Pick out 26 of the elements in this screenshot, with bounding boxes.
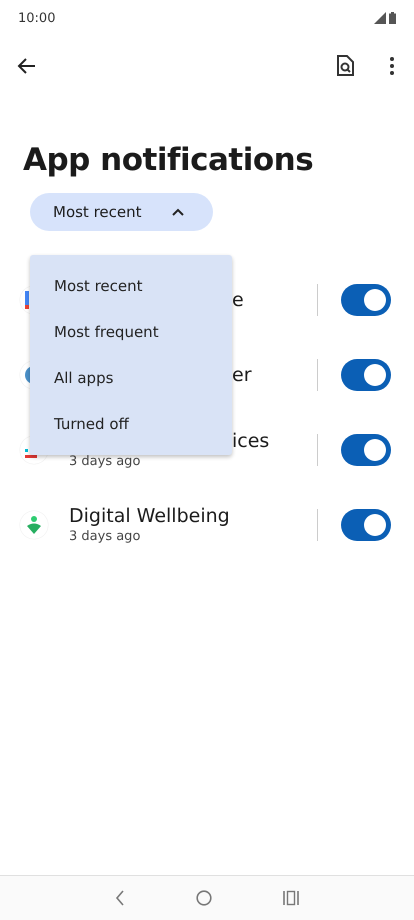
menu-item[interactable]: Most frequent xyxy=(30,309,232,355)
last-notification-time: 3 days ago xyxy=(69,452,142,470)
toggle-switch[interactable] xyxy=(341,508,391,540)
menu-item[interactable]: All apps xyxy=(30,355,232,401)
last-notification-time: 3 days ago xyxy=(69,528,142,546)
more-icon[interactable] xyxy=(389,56,395,76)
menu-item[interactable]: Turned off xyxy=(30,401,232,447)
document-search-icon[interactable] xyxy=(336,55,354,77)
app-name: Digital Wellbeing xyxy=(69,504,231,528)
back-nav-icon[interactable] xyxy=(115,890,126,906)
back-icon[interactable] xyxy=(17,56,37,76)
toggle-switch[interactable] xyxy=(341,434,391,466)
battery-icon xyxy=(389,12,396,24)
page-title: App notifications xyxy=(23,141,314,180)
sort-dropdown[interactable]: Most recent xyxy=(30,193,213,231)
home-icon[interactable] xyxy=(196,890,212,906)
toggle-switch[interactable] xyxy=(341,284,391,316)
app-name: e xyxy=(232,288,245,312)
menu-item[interactable]: Most recent xyxy=(30,263,232,309)
status-time: 10:00 xyxy=(18,10,56,26)
recents-icon[interactable] xyxy=(282,890,299,906)
signal-icon xyxy=(374,12,386,24)
caret-icon xyxy=(172,208,184,216)
app-name: er xyxy=(232,362,253,386)
app-name: ices xyxy=(232,428,270,452)
toggle-switch[interactable] xyxy=(341,358,391,390)
